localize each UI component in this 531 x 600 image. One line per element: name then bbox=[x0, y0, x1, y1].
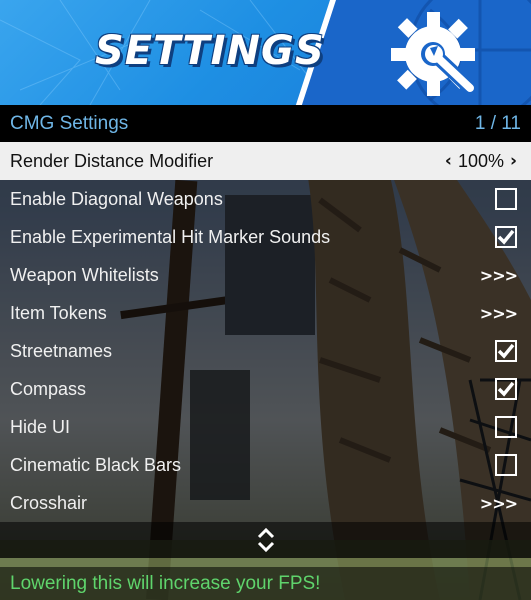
checkbox-unchecked[interactable] bbox=[495, 188, 517, 210]
menu-item-label: Render Distance Modifier bbox=[10, 150, 214, 171]
checkbox-checked[interactable] bbox=[495, 340, 517, 362]
menu-item-label: Streetnames bbox=[10, 340, 113, 361]
submenu-arrows-icon: >>> bbox=[479, 303, 518, 323]
menu-item-label: Cinematic Black Bars bbox=[10, 454, 182, 475]
menu-subtitle-bar: CMG Settings 1 / 11 bbox=[0, 105, 531, 142]
menu-item-cinematic-bars[interactable]: Cinematic Black Bars bbox=[0, 446, 531, 484]
menu-item-label: Enable Diagonal Weapons bbox=[10, 188, 223, 209]
render-distance-selector[interactable]: ‹ 100% › bbox=[445, 151, 517, 172]
chevron-left-icon[interactable]: ‹ bbox=[445, 151, 452, 171]
description-text: Lowering this will increase your FPS! bbox=[10, 572, 321, 594]
checkmark-icon bbox=[497, 381, 515, 397]
checkbox-unchecked[interactable] bbox=[495, 416, 517, 438]
menu-item-label: Crosshair bbox=[10, 492, 88, 513]
scroll-indicator[interactable] bbox=[0, 522, 531, 558]
description-bar: Lowering this will increase your FPS! bbox=[0, 567, 531, 600]
header-banner: SETTINGS bbox=[0, 0, 531, 105]
settings-menu: Render Distance Modifier ‹ 100% › Enable… bbox=[0, 142, 531, 522]
menu-item-label: Enable Experimental Hit Marker Sounds bbox=[10, 226, 331, 247]
menu-item-label: Weapon Whitelists bbox=[10, 264, 159, 285]
menu-item-compass[interactable]: Compass bbox=[0, 370, 531, 408]
menu-item-label: Compass bbox=[10, 378, 87, 399]
gear-wrench-icon bbox=[388, 6, 488, 105]
checkbox-checked[interactable] bbox=[495, 378, 517, 400]
submenu-arrows-icon: >>> bbox=[479, 265, 518, 285]
checkmark-icon bbox=[497, 229, 515, 245]
menu-item-hide-ui[interactable]: Hide UI bbox=[0, 408, 531, 446]
page-counter: 1 / 11 bbox=[474, 112, 521, 134]
chevron-right-icon[interactable]: › bbox=[510, 151, 517, 171]
menu-item-diagonal-weapons[interactable]: Enable Diagonal Weapons bbox=[0, 180, 531, 218]
menu-item-render-distance[interactable]: Render Distance Modifier ‹ 100% › bbox=[0, 142, 531, 180]
menu-item-label: Hide UI bbox=[10, 416, 71, 437]
menu-item-label: Item Tokens bbox=[10, 302, 107, 323]
submenu-arrows-icon: >>> bbox=[479, 493, 518, 513]
menu-item-crosshair[interactable]: Crosshair >>> bbox=[0, 484, 531, 522]
banner-title: SETTINGS bbox=[95, 28, 325, 74]
menu-item-weapon-whitelists[interactable]: Weapon Whitelists >>> bbox=[0, 256, 531, 294]
menu-item-hit-marker-sounds[interactable]: Enable Experimental Hit Marker Sounds bbox=[0, 218, 531, 256]
up-down-arrows-icon bbox=[257, 527, 274, 553]
checkbox-checked[interactable] bbox=[495, 226, 517, 248]
menu-item-streetnames[interactable]: Streetnames bbox=[0, 332, 531, 370]
menu-title: CMG Settings bbox=[10, 112, 129, 134]
menu-item-item-tokens[interactable]: Item Tokens >>> bbox=[0, 294, 531, 332]
checkbox-unchecked[interactable] bbox=[495, 454, 517, 476]
checkmark-icon bbox=[497, 343, 515, 359]
selector-value: 100% bbox=[457, 150, 504, 171]
